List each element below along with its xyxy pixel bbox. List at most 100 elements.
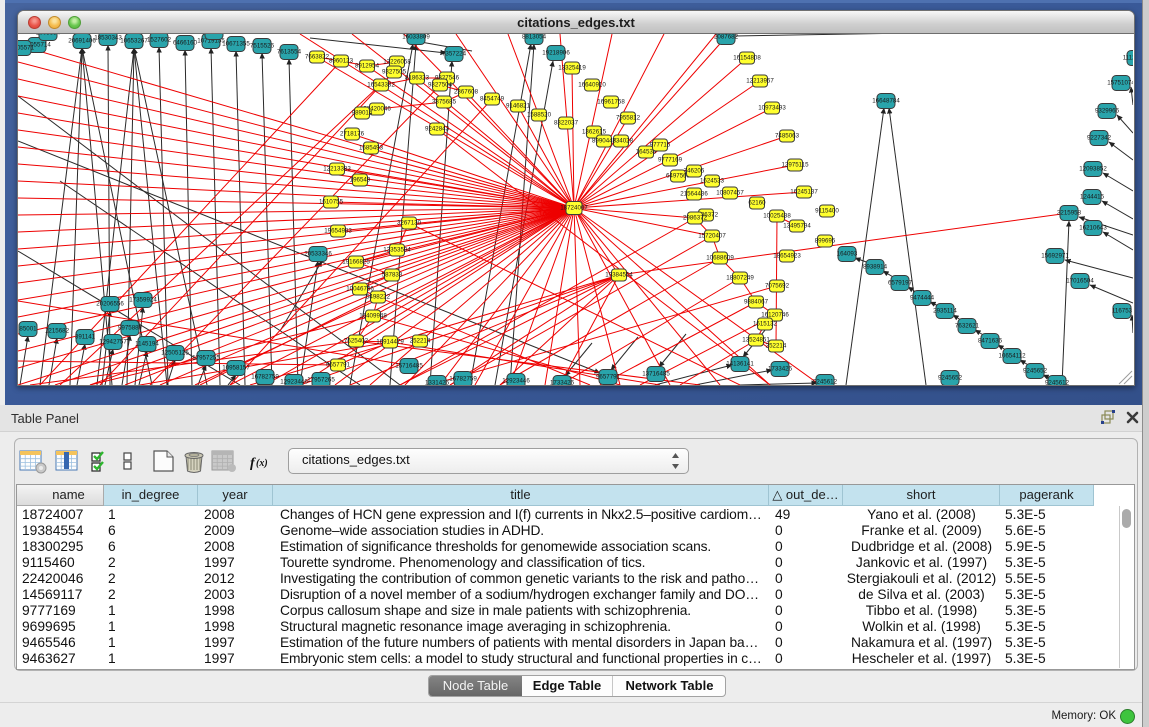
svg-text:16245137: 16245137 bbox=[790, 189, 818, 196]
svg-text:10973493: 10973493 bbox=[758, 105, 786, 112]
svg-text:7515526: 7515526 bbox=[250, 43, 275, 50]
svg-text:16782759: 16782759 bbox=[449, 376, 477, 383]
svg-text:8912954: 8912954 bbox=[355, 63, 380, 70]
svg-text:8990448: 8990448 bbox=[592, 138, 617, 145]
svg-text:9245612: 9245612 bbox=[1045, 380, 1070, 386]
svg-text:12975115: 12975115 bbox=[781, 162, 809, 169]
svg-text:5498222: 5498222 bbox=[366, 294, 391, 301]
svg-text:1145194: 1145194 bbox=[135, 341, 159, 348]
svg-text:2718176: 2718176 bbox=[340, 131, 365, 138]
svg-text:2986372: 2986372 bbox=[683, 215, 708, 222]
svg-text:1733426: 1733426 bbox=[550, 380, 575, 386]
svg-text:17957265: 17957265 bbox=[307, 377, 335, 384]
svg-text:15751074: 15751074 bbox=[1107, 80, 1133, 87]
svg-text:13495794: 13495794 bbox=[783, 223, 811, 230]
svg-text:20691406: 20691406 bbox=[68, 38, 96, 45]
svg-text:1065326: 1065326 bbox=[202, 34, 227, 36]
svg-text:1527602: 1527602 bbox=[147, 37, 172, 44]
svg-text:1362615: 1362615 bbox=[582, 129, 607, 136]
svg-text:2367608: 2367608 bbox=[454, 89, 479, 96]
svg-text:15720407: 15720407 bbox=[698, 233, 726, 240]
svg-text:18807249: 18807249 bbox=[726, 275, 754, 282]
svg-text:62160: 62160 bbox=[748, 200, 766, 207]
svg-text:(x): (x) bbox=[256, 458, 268, 469]
svg-text:1588520: 1588520 bbox=[527, 112, 552, 119]
svg-text:17359924: 17359924 bbox=[129, 297, 157, 304]
svg-text:6579197: 6579197 bbox=[888, 280, 913, 287]
svg-text:977716: 977716 bbox=[650, 142, 671, 149]
svg-text:18530343: 18530343 bbox=[94, 35, 122, 42]
svg-text:252214: 252214 bbox=[766, 343, 787, 350]
svg-text:9777169: 9777169 bbox=[658, 157, 683, 164]
svg-text:8186323: 8186323 bbox=[405, 75, 430, 82]
svg-text:9245652: 9245652 bbox=[938, 375, 963, 382]
svg-text:12213967: 12213967 bbox=[746, 78, 774, 85]
svg-text:1615132: 1615132 bbox=[753, 321, 778, 328]
svg-text:7955812: 7955812 bbox=[616, 115, 641, 122]
svg-text:9242843: 9242843 bbox=[425, 126, 450, 133]
svg-text:10807457: 10807457 bbox=[716, 190, 744, 197]
svg-text:1624533: 1624533 bbox=[700, 178, 725, 185]
svg-text:587833: 587833 bbox=[382, 272, 403, 279]
svg-text:164093: 164093 bbox=[837, 251, 858, 258]
svg-text:10671355: 10671355 bbox=[222, 41, 250, 48]
svg-text:10046786: 10046786 bbox=[346, 286, 374, 293]
svg-text:16782759: 16782759 bbox=[251, 374, 279, 381]
svg-text:9327504: 9327504 bbox=[428, 82, 453, 89]
svg-text:10653267: 10653267 bbox=[120, 38, 148, 45]
svg-text:8471636: 8471636 bbox=[978, 338, 1003, 345]
svg-text:7663822: 7663822 bbox=[305, 54, 330, 61]
svg-text:19384554: 19384554 bbox=[605, 272, 633, 279]
svg-text:9657791: 9657791 bbox=[326, 362, 351, 369]
svg-text:8813054: 8813054 bbox=[522, 34, 547, 41]
svg-text:9227342: 9227342 bbox=[1087, 135, 1112, 142]
svg-text:9115400: 9115400 bbox=[815, 208, 839, 215]
svg-text:20206556: 20206556 bbox=[96, 301, 124, 308]
svg-text:8322037: 8322037 bbox=[554, 120, 579, 127]
svg-text:391141: 391141 bbox=[75, 334, 96, 341]
svg-text:16914479: 16914479 bbox=[376, 339, 404, 346]
svg-text:13716485: 13716485 bbox=[642, 371, 670, 378]
svg-text:9884067: 9884067 bbox=[744, 299, 769, 306]
svg-text:2005334: 2005334 bbox=[36, 34, 61, 37]
svg-text:19654983: 19654983 bbox=[324, 228, 352, 235]
svg-text:3215958: 3215958 bbox=[1057, 210, 1082, 217]
svg-text:17957255: 17957255 bbox=[192, 355, 220, 362]
svg-text:2087682: 2087682 bbox=[714, 34, 739, 41]
svg-text:8938914: 8938914 bbox=[863, 264, 888, 271]
svg-text:1405571: 1405571 bbox=[18, 45, 35, 52]
svg-text:1331426: 1331426 bbox=[425, 380, 450, 386]
svg-text:2935114: 2935114 bbox=[933, 308, 957, 315]
svg-text:12923446: 12923446 bbox=[502, 378, 530, 385]
svg-text:12923446: 12923446 bbox=[280, 379, 308, 386]
svg-text:12505125: 12505125 bbox=[161, 350, 189, 357]
svg-text:12353594: 12353594 bbox=[383, 247, 411, 254]
svg-text:9327505: 9327505 bbox=[382, 69, 407, 76]
svg-text:1685493: 1685493 bbox=[359, 145, 384, 152]
svg-text:6466160: 6466160 bbox=[173, 40, 198, 47]
svg-text:10688609: 10688609 bbox=[706, 255, 734, 262]
svg-text:3875685: 3875685 bbox=[432, 99, 457, 106]
svg-text:7075692: 7075692 bbox=[765, 283, 790, 290]
svg-text:1733426: 1733426 bbox=[768, 366, 793, 373]
svg-text:7357224: 7357224 bbox=[442, 51, 467, 58]
svg-text:116753: 116753 bbox=[1112, 308, 1133, 315]
svg-text:15716485: 15716485 bbox=[395, 363, 423, 370]
svg-text:16961758: 16961758 bbox=[597, 99, 625, 106]
svg-text:12093852: 12093852 bbox=[1079, 166, 1107, 173]
svg-text:9657791: 9657791 bbox=[596, 374, 621, 381]
svg-text:11123506: 11123506 bbox=[1123, 55, 1133, 62]
svg-text:8454749: 8454749 bbox=[480, 96, 505, 103]
svg-text:7485063: 7485063 bbox=[775, 133, 800, 140]
svg-text:10958157: 10958157 bbox=[222, 365, 250, 372]
svg-text:9975887: 9975887 bbox=[118, 325, 143, 332]
svg-text:1244415: 1244415 bbox=[1080, 194, 1105, 201]
svg-text:19218906: 19218906 bbox=[542, 50, 570, 57]
svg-text:16543382: 16543382 bbox=[367, 82, 395, 89]
svg-text:12213383: 12213383 bbox=[323, 166, 351, 173]
svg-text:9474444: 9474444 bbox=[910, 295, 935, 302]
svg-text:252214: 252214 bbox=[410, 338, 431, 345]
svg-text:18654923: 18654923 bbox=[773, 253, 801, 260]
svg-text:13325419: 13325419 bbox=[558, 65, 586, 72]
svg-text:85001: 85001 bbox=[19, 326, 37, 333]
